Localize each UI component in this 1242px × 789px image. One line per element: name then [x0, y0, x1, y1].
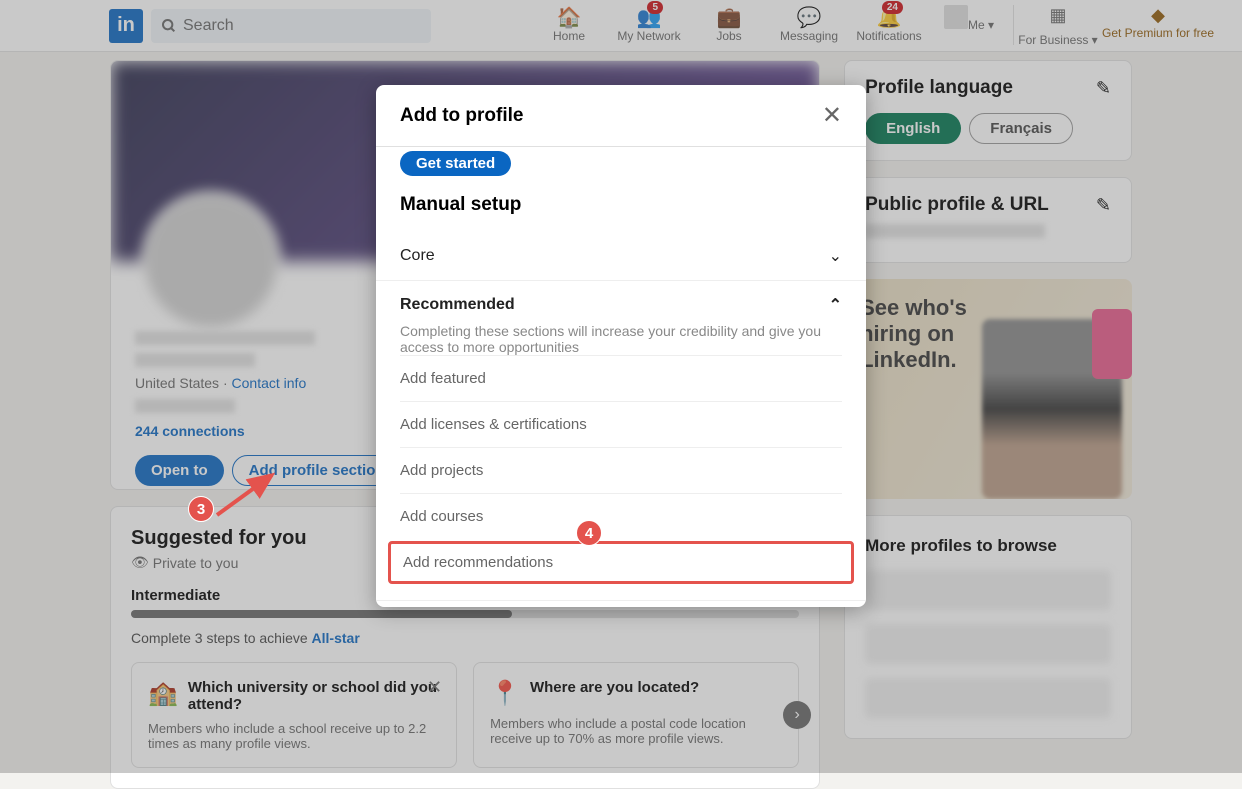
close-icon[interactable]: ✕ — [822, 101, 842, 130]
section-core[interactable]: Core ⌄ — [376, 232, 866, 281]
add-featured[interactable]: Add featured — [400, 355, 842, 401]
section-additional[interactable]: Additional⌄ — [376, 601, 866, 607]
chevron-up-icon: ⌃ — [829, 295, 842, 315]
section-desc: Completing these sections will increase … — [400, 323, 842, 355]
get-started-button[interactable]: Get started — [400, 151, 511, 176]
modal-header: Add to profile ✕ — [376, 85, 866, 147]
section-label: Recommended — [400, 296, 515, 314]
annotation-4: 4 — [576, 520, 602, 546]
section-recommended-toggle[interactable]: Recommended ⌃ — [400, 295, 842, 315]
modal-body[interactable]: Get started Manual setup Core ⌄ Recommend… — [376, 147, 866, 607]
modal-title: Add to profile — [400, 105, 523, 127]
annotation-arrow — [212, 470, 282, 525]
add-licenses[interactable]: Add licenses & certifications — [400, 401, 842, 447]
section-recommended: Recommended ⌃ Completing these sections w… — [376, 281, 866, 601]
add-recommendations[interactable]: Add recommendations — [388, 541, 854, 584]
add-courses[interactable]: Add courses — [400, 493, 842, 539]
add-to-profile-modal: Add to profile ✕ Get started Manual setu… — [376, 85, 866, 607]
add-projects[interactable]: Add projects — [400, 447, 842, 493]
chevron-down-icon: ⌄ — [829, 246, 842, 266]
annotation-3: 3 — [188, 496, 214, 522]
manual-setup-heading: Manual setup — [400, 194, 842, 216]
section-label: Core — [400, 247, 435, 265]
